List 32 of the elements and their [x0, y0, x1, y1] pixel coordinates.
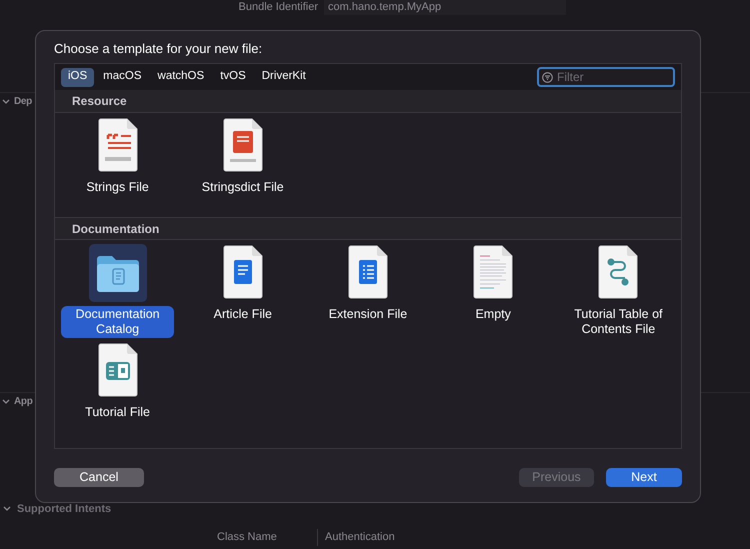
- field-label: Bundle Identifier: [238, 0, 318, 15]
- chevron-icon[interactable]: [2, 98, 10, 104]
- template-tile[interactable]: [88, 244, 147, 302]
- section-title: Supported Intents: [17, 502, 112, 517]
- dialog-title: Choose a template for your new file:: [54, 40, 264, 58]
- filter-icon: [542, 72, 553, 82]
- section-title: Dep: [14, 95, 32, 109]
- template-label[interactable]: Tutorial Table of Contents File: [562, 306, 675, 338]
- filter-field[interactable]: Filter: [537, 67, 675, 87]
- cancel-button[interactable]: Cancel: [54, 468, 144, 487]
- platform-tab[interactable]: DriverKit: [254, 68, 313, 86]
- folder-icon: [94, 253, 141, 293]
- template-label[interactable]: Stringsdict File: [186, 179, 300, 196]
- section-header: Resource: [55, 90, 681, 113]
- chevron-icon[interactable]: [2, 398, 10, 404]
- section-title: App: [14, 395, 33, 409]
- platform-tab[interactable]: macOS: [96, 68, 149, 86]
- template-label[interactable]: Empty: [436, 306, 550, 323]
- bundle-id-field[interactable]: com.hano.temp.MyApp: [324, 0, 566, 16]
- template-label[interactable]: Article File: [186, 306, 300, 323]
- column-header: Authentication: [324, 530, 395, 545]
- platform-tab[interactable]: watchOS: [150, 68, 212, 86]
- template-label[interactable]: Extension File: [311, 306, 424, 323]
- platform-tab[interactable]: tvOS: [213, 68, 253, 86]
- template-label[interactable]: Documentation Catalog: [61, 306, 174, 338]
- chevron-icon[interactable]: [3, 506, 11, 512]
- template-label[interactable]: Tutorial File: [61, 404, 174, 421]
- section-header: Documentation: [55, 217, 681, 240]
- platform-tab[interactable]: iOS: [61, 68, 94, 86]
- template-label[interactable]: Strings File: [61, 179, 174, 196]
- column-header: Class Name: [212, 529, 318, 546]
- next-button[interactable]: Next: [606, 468, 682, 487]
